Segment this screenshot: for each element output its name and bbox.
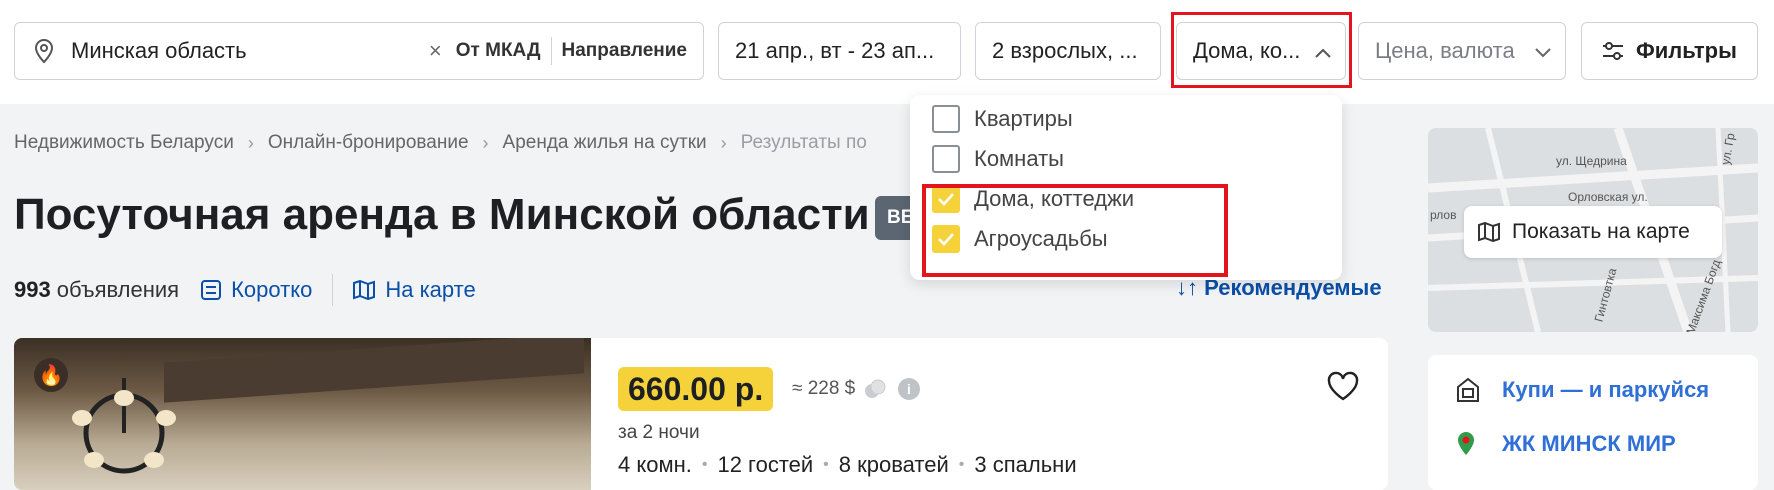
search-filter-bar: Минская область × От МКАД Направление 21…	[0, 0, 1774, 104]
spec-rooms: 4 комн.	[618, 452, 692, 477]
list-icon	[201, 280, 222, 300]
chevron-right-icon: ›	[482, 132, 489, 153]
hot-offer-icon: 🔥	[34, 358, 68, 392]
checkbox-unchecked[interactable]	[932, 105, 960, 133]
spec-beds: 8 кроватей	[838, 452, 949, 477]
breadcrumb: Недвижимость Беларуси › Онлайн-бронирова…	[14, 132, 867, 154]
heart-icon[interactable]	[1326, 370, 1360, 402]
listing-price-usd: ≈ 228 $	[792, 378, 856, 399]
breadcrumb-item[interactable]: Аренда жилья на сутки	[503, 132, 707, 154]
show-on-map-button[interactable]: Показать на карте	[1464, 206, 1722, 258]
breadcrumb-item[interactable]: Онлайн-бронирование	[268, 132, 469, 154]
dates-field[interactable]: 21 апр., вт - 23 ап...	[718, 22, 961, 80]
divider	[332, 274, 334, 306]
promo-minsk-mir-label: ЖК МИНСК МИР	[1502, 431, 1676, 456]
on-map-label: На карте	[385, 277, 476, 302]
info-icon[interactable]: i	[898, 378, 920, 400]
sliders-icon	[1602, 42, 1624, 60]
highlight-box	[1171, 12, 1352, 88]
map-street-label: Орловская ул.	[1568, 190, 1648, 204]
separator-dot: •	[958, 456, 965, 473]
short-view-link[interactable]: Коротко	[201, 277, 312, 303]
photo-beam	[164, 338, 584, 403]
promo-parking-link[interactable]: Купи — и паркуйся	[1456, 377, 1709, 403]
show-on-map-label: Показать на карте	[1512, 220, 1690, 243]
guests-value: 2 взрослых, ...	[992, 38, 1138, 63]
results-bar: 993 объявления Коротко На карте	[14, 274, 476, 306]
chevron-down-icon	[1535, 38, 1551, 64]
option-rooms[interactable]: Комнаты	[932, 145, 1064, 173]
highlight-box	[922, 184, 1228, 277]
chandelier-graphic	[72, 378, 176, 474]
listing-nights: за 2 ночи	[618, 422, 700, 443]
listing-card[interactable]: 🔥 660.00 р. ≈ 228 $ i за 2 ночи 4 комн. …	[14, 338, 1388, 490]
option-label: Квартиры	[974, 106, 1073, 131]
spec-guests: 12 гостей	[717, 452, 814, 477]
listing-photo[interactable]: 🔥	[14, 338, 591, 490]
listing-specs: 4 комн. • 12 гостей • 8 кроватей • 3 спа…	[618, 452, 1077, 478]
price-select[interactable]: Цена, валюта	[1358, 22, 1566, 80]
option-apartments[interactable]: Квартиры	[932, 105, 1073, 133]
filters-label: Фильтры	[1636, 38, 1737, 63]
filters-button[interactable]: Фильтры	[1581, 22, 1758, 80]
divider	[550, 37, 552, 65]
direction-button[interactable]: Направление	[562, 40, 687, 62]
location-value: Минская область	[71, 38, 247, 63]
map-street-label: ул. Щедрина	[1556, 154, 1627, 168]
spec-bedrooms: 3 спальни	[974, 452, 1077, 477]
page-title: Посуточная аренда в Минской области	[14, 190, 870, 239]
short-view-label: Коротко	[231, 277, 313, 302]
from-mkad-button[interactable]: От МКАД	[456, 40, 541, 62]
breadcrumb-item[interactable]: Недвижимость Беларуси	[14, 132, 234, 154]
price-placeholder: Цена, валюта	[1375, 38, 1515, 63]
clear-location-icon[interactable]: ×	[429, 38, 442, 64]
results-count-label: объявления	[56, 277, 180, 302]
separator-dot: •	[701, 456, 708, 473]
location-field[interactable]: Минская область × От МКАД Направление	[14, 22, 704, 80]
option-label: Комнаты	[974, 146, 1064, 171]
results-count: 993	[14, 277, 51, 302]
location-pin-icon	[33, 38, 59, 64]
promo-panel: Купи — и паркуйся ЖК МИНСК МИР	[1428, 355, 1758, 490]
map-street-label: рлов	[1430, 208, 1457, 222]
checkbox-unchecked[interactable]	[932, 145, 960, 173]
parking-building-icon	[1456, 377, 1484, 403]
map-icon	[353, 280, 376, 300]
promo-parking-label: Купи — и паркуйся	[1502, 377, 1710, 402]
map-icon	[1478, 222, 1500, 242]
location-marker-icon	[1456, 431, 1484, 457]
chevron-right-icon: ›	[720, 132, 727, 153]
listing-price: 660.00 р.	[618, 367, 774, 411]
promo-minsk-mir-link[interactable]: ЖК МИНСК МИР	[1456, 431, 1676, 457]
guests-field[interactable]: 2 взрослых, ...	[975, 22, 1161, 80]
chevron-right-icon: ›	[247, 132, 254, 153]
separator-dot: •	[823, 456, 829, 473]
currency-exchange-icon[interactable]	[864, 378, 886, 400]
dates-value: 21 апр., вт - 23 ап...	[735, 38, 935, 63]
on-map-link[interactable]: На карте	[353, 277, 476, 303]
breadcrumb-current: Результаты по	[740, 132, 867, 153]
